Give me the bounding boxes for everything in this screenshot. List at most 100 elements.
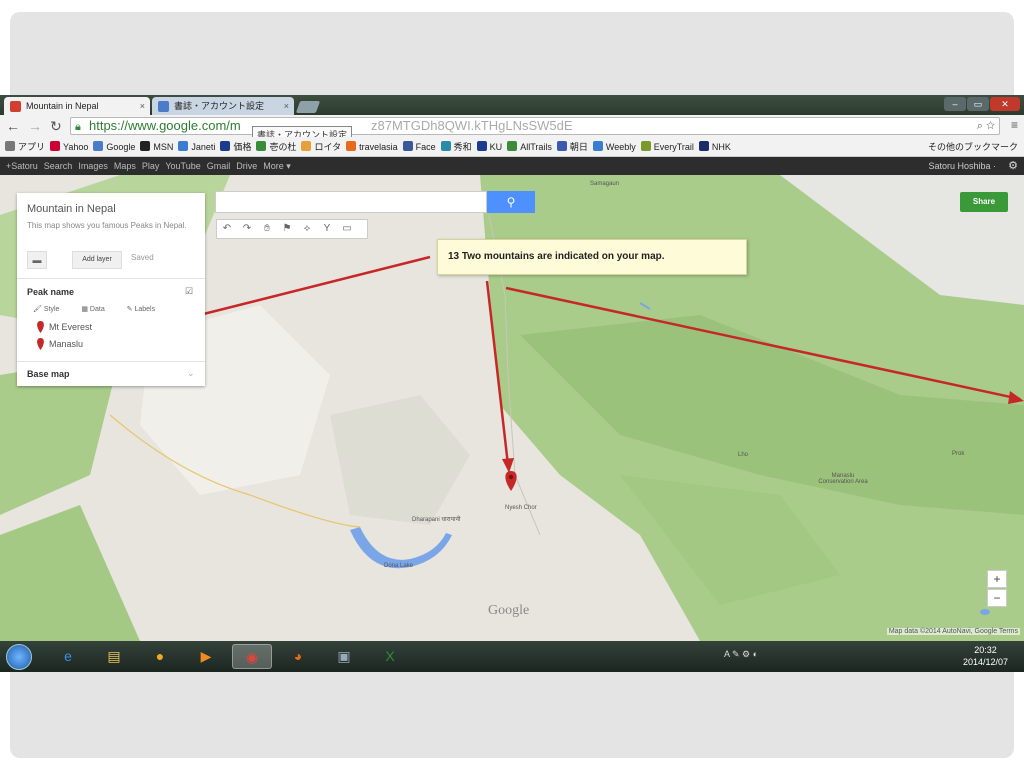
- system-tray[interactable]: A ✎ ⚙ ◐: [724, 649, 758, 660]
- bookmark-favicon-icon: [93, 141, 104, 151]
- ruler-icon[interactable]: ▭: [337, 220, 357, 238]
- place-item-mt-everest[interactable]: Mt Everest: [49, 322, 92, 332]
- google-bar-item[interactable]: Images: [78, 157, 108, 175]
- excel-icon[interactable]: X: [370, 644, 410, 669]
- search-input[interactable]: [215, 191, 487, 213]
- bookmark-item[interactable]: MSN: [140, 137, 173, 156]
- close-icon[interactable]: ×: [140, 97, 145, 115]
- star-icon[interactable]: ⌕ ☆: [977, 118, 995, 134]
- google-bar-item[interactable]: More ▾: [263, 157, 291, 175]
- zoom-in-button[interactable]: +: [987, 570, 1007, 588]
- search-button[interactable]: ⚲: [487, 191, 535, 213]
- map-description: This map shows you famous Peaks in Nepal…: [27, 221, 187, 230]
- bookmark-favicon-icon: [698, 141, 709, 151]
- hand-icon[interactable]: ✋︎: [257, 220, 277, 238]
- google-bar-item[interactable]: Maps: [114, 157, 136, 175]
- app-icon[interactable]: ▣: [324, 644, 364, 669]
- bookmark-item[interactable]: NHK: [698, 137, 731, 156]
- bookmark-label: 秀和: [453, 142, 472, 152]
- map-attribution[interactable]: Map data ©2014 AutoNavi, Google Terms: [886, 628, 1020, 635]
- address-bar-row: ← → ↻ 🔒︎ https://www.google.com/m z87MTG…: [0, 115, 1024, 137]
- layer-name[interactable]: Peak name: [27, 287, 74, 297]
- bookmark-favicon-icon: [301, 141, 312, 151]
- folder-icon[interactable]: ▬: [27, 251, 47, 269]
- style-option[interactable]: 🖌︎ Style: [33, 306, 69, 313]
- maximize-button[interactable]: ▭: [967, 97, 989, 111]
- other-bookmarks[interactable]: その他のブックマーク: [928, 137, 1018, 156]
- file-explorer-icon[interactable]: ▤: [94, 644, 134, 669]
- bookmark-favicon-icon: [346, 141, 357, 151]
- undo-icon[interactable]: ↶: [217, 220, 237, 238]
- bookmark-label: NHK: [711, 142, 731, 152]
- google-bar-item[interactable]: Search: [44, 157, 73, 175]
- clock[interactable]: 20:32 2014/12/07: [963, 644, 1008, 668]
- labels-option[interactable]: ✎ Labels: [127, 306, 165, 313]
- tab-mountain-in-nepal[interactable]: Mountain in Nepal ×: [4, 97, 150, 115]
- marker-icon[interactable]: ⚑: [277, 220, 297, 238]
- bookmark-item[interactable]: Weebly: [592, 137, 636, 156]
- bookmark-item[interactable]: ロイタ: [301, 137, 341, 156]
- share-button[interactable]: Share: [960, 192, 1008, 212]
- google-bar-item[interactable]: Gmail: [207, 157, 231, 175]
- bookmark-favicon-icon: [140, 141, 151, 151]
- layer-checkbox[interactable]: ☑: [185, 286, 195, 296]
- bookmark-item[interactable]: 価格: [220, 137, 251, 156]
- place-item-manaslu[interactable]: Manaslu: [49, 339, 83, 349]
- draw-line-icon[interactable]: ⟡: [297, 220, 317, 238]
- divider: [17, 278, 205, 279]
- chrome-icon[interactable]: ◉: [232, 644, 272, 669]
- bookmark-item[interactable]: travelasia: [346, 137, 398, 156]
- bookmark-item[interactable]: 朝日: [556, 137, 588, 156]
- gear-icon[interactable]: ⚙: [1008, 157, 1018, 175]
- map-label: Prok: [952, 451, 965, 457]
- map-pin-icon: [37, 338, 44, 350]
- add-layer-button[interactable]: Add layer: [72, 251, 122, 269]
- map-canvas[interactable]: Mountain in Nepal This map shows you fam…: [0, 175, 1024, 641]
- map-title[interactable]: Mountain in Nepal: [27, 203, 116, 215]
- maps-favicon-icon: [10, 101, 21, 112]
- bookmark-item[interactable]: EveryTrail: [640, 137, 694, 156]
- redo-icon[interactable]: ↷: [237, 220, 257, 238]
- windows-start-icon[interactable]: [6, 644, 32, 670]
- google-bar-item[interactable]: Play: [142, 157, 160, 175]
- minimize-button[interactable]: –: [944, 97, 966, 111]
- back-icon[interactable]: ←: [6, 118, 20, 134]
- firefox-icon[interactable]: ◕: [278, 644, 318, 669]
- close-icon[interactable]: ×: [284, 97, 289, 115]
- chevron-down-icon[interactable]: ⌄: [187, 368, 195, 379]
- tab-account-settings[interactable]: 書誌・アカウント設定 ×: [152, 97, 294, 115]
- bookmark-item[interactable]: Yahoo: [50, 137, 88, 156]
- app-icon[interactable]: ●: [140, 644, 180, 669]
- url-input[interactable]: 🔒︎ https://www.google.com/m z87MTGDh8QWI…: [70, 117, 1000, 135]
- window-close-button[interactable]: ✕: [990, 97, 1020, 111]
- clock-time: 20:32: [974, 645, 997, 655]
- base-map-section[interactable]: Base map: [27, 369, 70, 379]
- bookmark-item[interactable]: Google: [93, 137, 135, 156]
- user-name[interactable]: Satoru Hoshiba ·: [928, 157, 996, 175]
- new-tab-button[interactable]: [295, 101, 321, 113]
- data-option[interactable]: ▦ Data: [81, 306, 114, 313]
- bookmark-item[interactable]: AllTrails: [507, 137, 552, 156]
- bookmark-item[interactable]: 秀和: [440, 137, 472, 156]
- bookmark-favicon-icon: [5, 141, 15, 151]
- google-bar-item[interactable]: +Satoru: [6, 157, 38, 175]
- bookmark-item[interactable]: Janeti: [178, 137, 216, 156]
- menu-icon[interactable]: ≡: [1011, 118, 1018, 132]
- bookmark-item[interactable]: KU: [476, 137, 502, 156]
- bookmark-item[interactable]: 壱の杜: [256, 137, 296, 156]
- forward-icon[interactable]: →: [28, 118, 42, 134]
- page-favicon-icon: [158, 101, 169, 112]
- directions-icon[interactable]: Y: [317, 220, 337, 238]
- google-bar-item[interactable]: Drive: [236, 157, 257, 175]
- internet-explorer-icon[interactable]: e: [48, 644, 88, 669]
- bookmark-item[interactable]: Face: [402, 137, 436, 156]
- bookmark-favicon-icon: [256, 141, 267, 151]
- bookmark-item[interactable]: アプリ: [5, 137, 45, 156]
- reload-icon[interactable]: ↻: [50, 118, 62, 134]
- bookmark-label: AllTrails: [520, 142, 552, 152]
- media-player-icon[interactable]: ▶: [186, 644, 226, 669]
- google-bar-item[interactable]: YouTube: [165, 157, 200, 175]
- bookmark-favicon-icon: [402, 141, 413, 151]
- zoom-out-button[interactable]: −: [987, 589, 1007, 607]
- bookmark-label: Janeti: [191, 142, 216, 152]
